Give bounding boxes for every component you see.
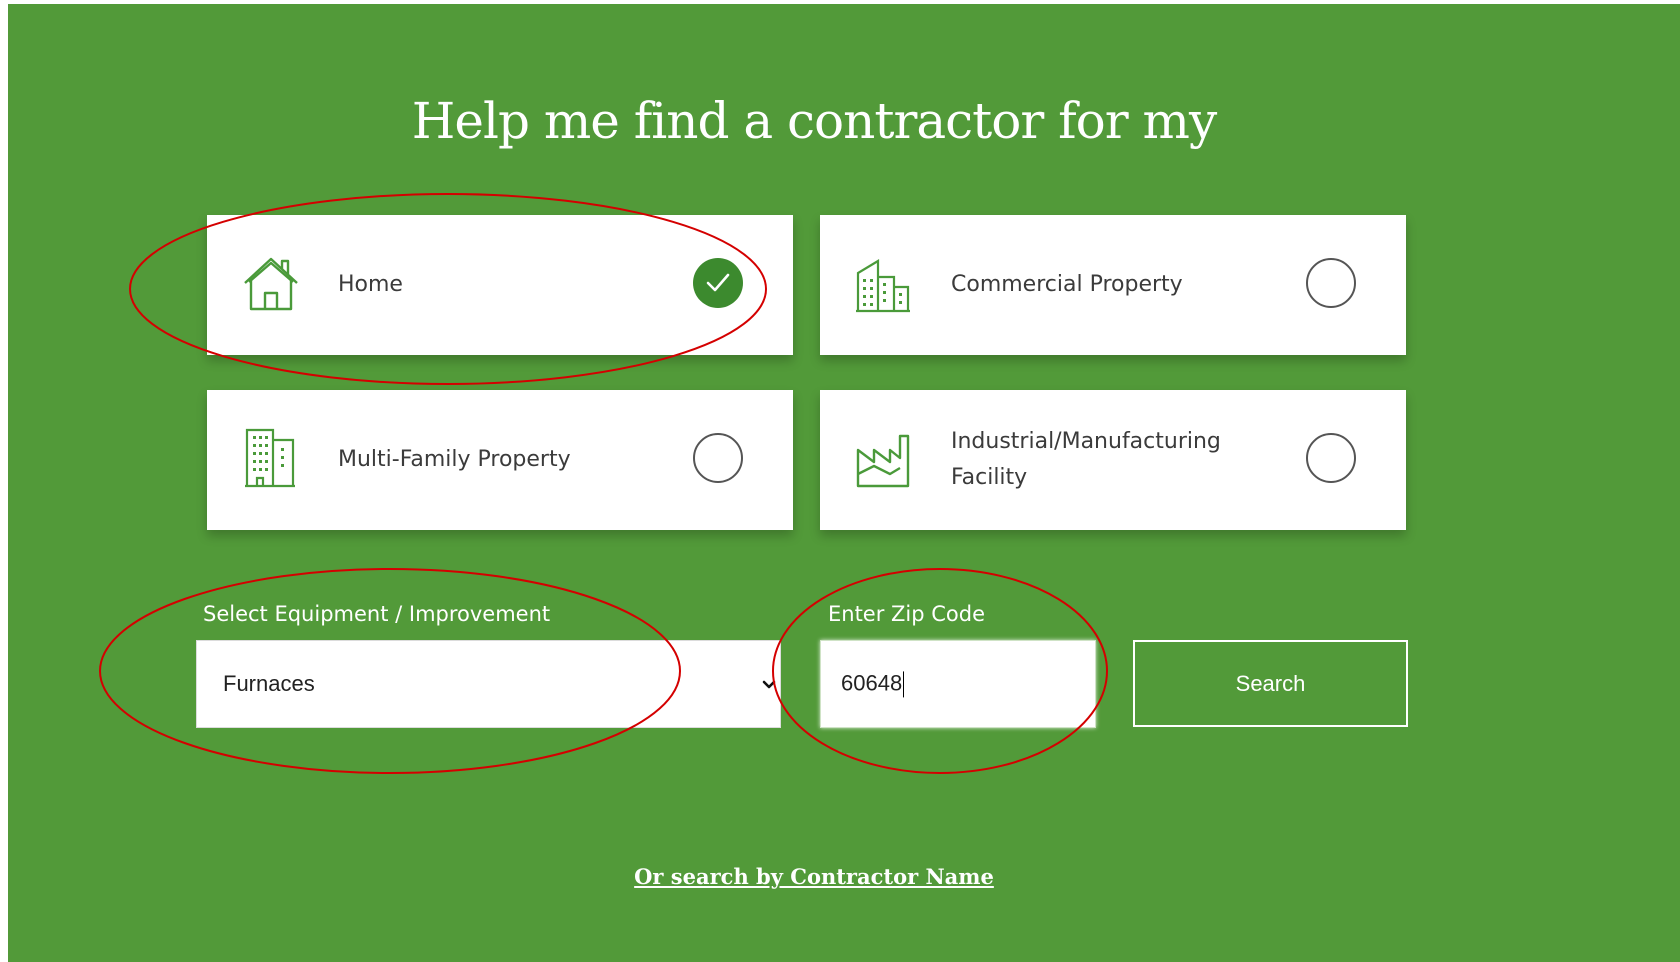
option-card-industrial-facility[interactable]: Industrial/Manufacturing Facility bbox=[820, 390, 1406, 530]
contractor-search-panel: Help me find a contractor for my Home Co… bbox=[8, 4, 1680, 962]
apartment-building-icon bbox=[241, 426, 301, 490]
option-label-commercial-property: Commercial Property bbox=[951, 272, 1183, 297]
equipment-label: Select Equipment / Improvement bbox=[203, 602, 551, 626]
page-title: Help me find a contractor for my bbox=[411, 92, 1217, 150]
option-card-multi-family-property[interactable]: Multi-Family Property bbox=[207, 390, 793, 530]
zip-code-value: 60648 bbox=[841, 670, 903, 696]
option-label-home: Home bbox=[338, 272, 403, 297]
commercial-building-icon bbox=[854, 251, 914, 315]
radio-commercial-property[interactable] bbox=[1306, 258, 1356, 308]
radio-industrial-facility[interactable] bbox=[1306, 433, 1356, 483]
equipment-select[interactable]: Furnaces bbox=[196, 640, 781, 728]
radio-multi-family-property[interactable] bbox=[693, 433, 743, 483]
house-icon bbox=[241, 251, 301, 315]
chevron-down-icon bbox=[762, 677, 776, 695]
option-label-industrial-facility: Industrial/Manufacturing Facility bbox=[951, 429, 1221, 490]
option-label-multi-family-property: Multi-Family Property bbox=[338, 447, 571, 472]
zip-code-input[interactable]: 60648 bbox=[820, 640, 1096, 728]
search-by-contractor-name-link[interactable]: Or search by Contractor Name bbox=[8, 864, 1620, 889]
selected-check-icon[interactable] bbox=[693, 258, 743, 308]
option-card-home[interactable]: Home bbox=[207, 215, 793, 355]
factory-icon bbox=[854, 426, 914, 490]
zip-code-value-wrap: 60648 bbox=[841, 670, 905, 698]
zip-label: Enter Zip Code bbox=[828, 602, 986, 626]
equipment-select-value: Furnaces bbox=[223, 671, 315, 696]
option-card-commercial-property[interactable]: Commercial Property bbox=[820, 215, 1406, 355]
text-caret bbox=[903, 671, 905, 698]
search-button[interactable]: Search bbox=[1133, 640, 1408, 727]
